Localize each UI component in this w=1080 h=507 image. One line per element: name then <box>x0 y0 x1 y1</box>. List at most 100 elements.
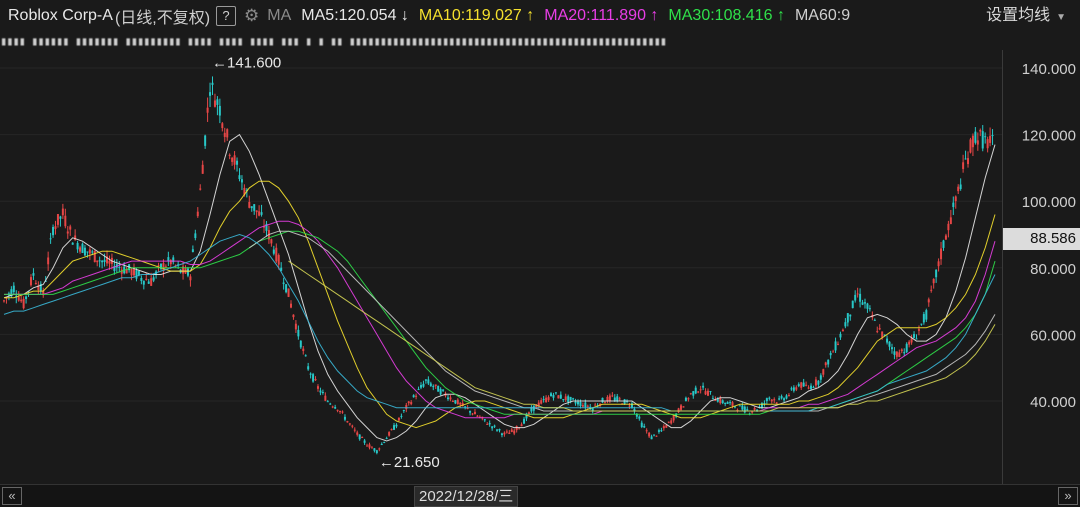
candle-body <box>346 421 349 423</box>
candle-body <box>601 397 604 403</box>
candle-body <box>908 341 911 345</box>
candle-body <box>648 432 651 437</box>
candle-body <box>302 348 305 352</box>
candle-body <box>827 359 830 365</box>
candle-body <box>721 400 724 404</box>
candle-body <box>356 432 359 435</box>
candle-body <box>275 247 278 262</box>
candle-body <box>34 282 37 285</box>
candle-body <box>390 429 393 431</box>
ma-settings-button[interactable]: 设置均线 ▼ <box>980 0 1080 32</box>
ma60-value: MA60:9 <box>794 7 851 24</box>
candle-body <box>719 398 722 404</box>
candle-body <box>876 331 879 333</box>
candle-body <box>851 300 854 309</box>
y-tick-label: 100.000 <box>1022 194 1076 211</box>
candle-body <box>709 391 712 393</box>
cursor-date-label: 2022/12/28/三 <box>414 486 519 507</box>
candle-body <box>937 261 940 267</box>
candle-body <box>59 216 62 219</box>
candle-body <box>103 259 106 262</box>
candle-body <box>351 425 354 427</box>
candle-body <box>979 129 982 132</box>
candle-body <box>339 410 342 413</box>
candle-body <box>574 401 577 404</box>
candle-body <box>469 410 472 413</box>
candle-body <box>616 396 619 401</box>
candle-body <box>307 366 310 370</box>
chart-area[interactable]: 140.000 120.000 100.000 80.000 60.000 40.000 ←… <box>0 50 1080 484</box>
candle-body <box>981 131 984 149</box>
candle-body <box>564 396 567 401</box>
candle-body <box>603 402 606 404</box>
candle-body <box>920 323 923 325</box>
candle-body <box>702 385 705 388</box>
candle-body <box>473 411 476 415</box>
candle-body <box>861 302 864 305</box>
candle-body <box>653 434 656 436</box>
candle-body <box>451 401 454 403</box>
candle-body <box>209 92 212 96</box>
candle-body <box>32 273 35 276</box>
candle-body <box>373 448 376 451</box>
ma10-value: MA10:119.027 ↑ <box>418 7 535 24</box>
candle-body <box>935 269 938 278</box>
candle-body <box>272 249 275 254</box>
candle-body <box>189 276 192 281</box>
candle-body <box>464 406 467 408</box>
candle-body <box>348 423 351 425</box>
scroll-left-button[interactable]: « <box>2 487 22 505</box>
candle-body <box>780 396 783 399</box>
candle-body <box>530 407 533 412</box>
candle-body <box>657 430 660 432</box>
candle-body <box>579 401 582 407</box>
candle-body <box>623 399 626 405</box>
candle-body <box>353 429 356 431</box>
current-price-tag: 88.586 <box>1003 228 1080 251</box>
candle-body <box>66 231 69 234</box>
candle-body <box>638 416 641 419</box>
candle-body <box>859 293 862 302</box>
candle-body <box>405 404 408 410</box>
candle-body <box>503 432 506 435</box>
candle-body <box>572 398 575 400</box>
candle-body <box>523 418 526 424</box>
candle-body <box>856 293 859 295</box>
candle-body <box>260 212 263 215</box>
candle-body <box>287 288 290 297</box>
ma5-value: MA5:120.054 ↓ <box>301 7 409 24</box>
candle-body <box>321 391 324 393</box>
candle-body <box>814 379 817 386</box>
candle-body <box>191 249 194 253</box>
candle-body <box>248 201 251 208</box>
candle-body <box>768 397 771 399</box>
candle-body <box>17 296 20 301</box>
candle-body <box>297 329 300 337</box>
period-label: (日线,不复权) <box>114 10 211 27</box>
candle-body <box>508 432 511 435</box>
low-annotation: ←21.650 <box>379 454 440 471</box>
candle-body <box>743 406 746 413</box>
candle-body <box>832 351 835 353</box>
candle-body <box>29 277 32 286</box>
candle-body <box>866 303 869 309</box>
candle-body <box>913 334 916 338</box>
candle-body <box>258 211 261 216</box>
scroll-right-button[interactable]: » <box>1058 487 1078 505</box>
candle-body <box>309 373 312 375</box>
gear-icon[interactable]: ⚙ <box>244 6 259 26</box>
candle-body <box>336 409 339 411</box>
candle-body <box>689 393 692 395</box>
candle-body <box>707 390 710 396</box>
candle-body <box>152 277 155 281</box>
candle-body <box>366 445 369 447</box>
candle-body <box>751 411 754 413</box>
candle-body <box>962 162 965 169</box>
candle-body <box>326 401 329 403</box>
candle-body <box>83 247 86 256</box>
candle-body <box>704 391 707 395</box>
candle-body <box>824 362 827 366</box>
candle-body <box>726 402 729 404</box>
candle-body <box>282 282 285 285</box>
help-button[interactable]: ? <box>216 6 237 26</box>
